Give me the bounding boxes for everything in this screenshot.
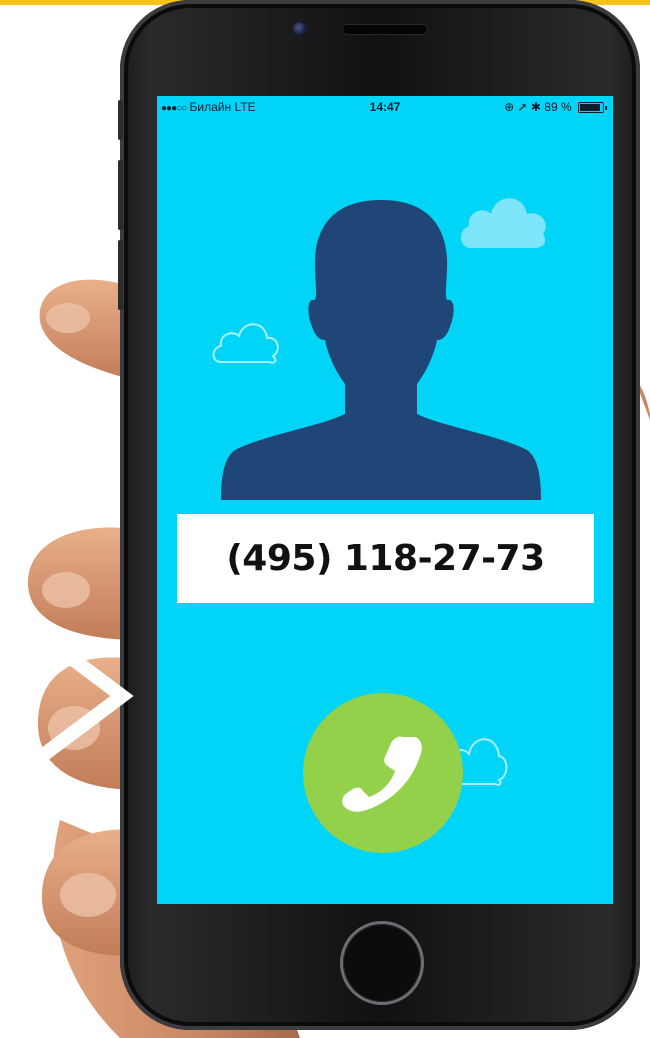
status-bar: ●●●○○ Билайн LTE 14:47 ⊕ ➚ ✱ 89 %	[157, 96, 613, 118]
battery-fill	[580, 104, 600, 112]
battery-tip	[605, 105, 607, 110]
mute-switch	[118, 100, 123, 140]
status-right: ⊕ ➚ ✱ 89 %	[504, 100, 607, 114]
home-button[interactable]	[343, 924, 421, 1002]
volume-down-button	[118, 240, 123, 310]
volume-up-button	[118, 160, 123, 230]
battery-percent: 89 %	[544, 100, 572, 114]
earpiece-speaker	[343, 25, 427, 34]
phone-handset-icon	[342, 736, 422, 812]
arrow-right-icon	[0, 606, 134, 786]
phone-number: (495) 118-27-73	[177, 514, 594, 603]
promo-scene: ●●●○○ Билайн LTE 14:47 ⊕ ➚ ✱ 89 % (495) …	[0, 0, 650, 1038]
status-indicators-icon: ⊕ ➚ ✱	[504, 100, 541, 114]
battery-icon	[578, 102, 604, 114]
call-screen: ●●●○○ Билайн LTE 14:47 ⊕ ➚ ✱ 89 % (495) …	[157, 96, 613, 904]
call-button[interactable]	[303, 693, 463, 853]
front-camera	[293, 22, 307, 36]
person-silhouette-icon	[221, 200, 541, 500]
